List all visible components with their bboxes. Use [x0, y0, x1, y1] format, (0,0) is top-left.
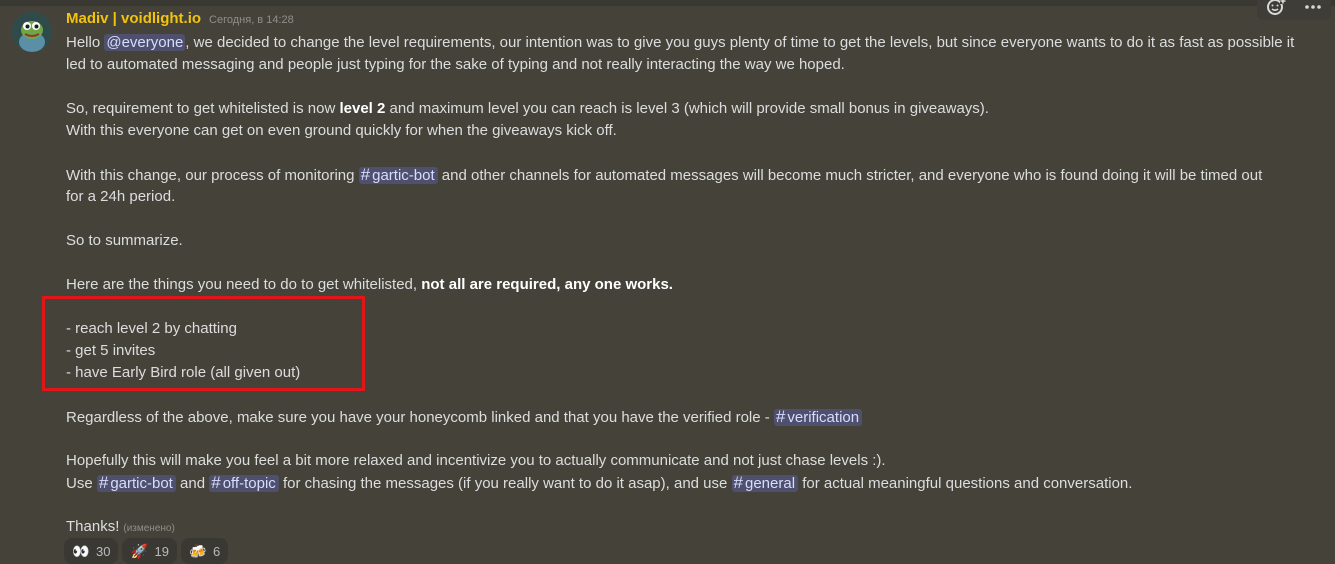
channel-link-off-topic[interactable]: # off-topic — [209, 473, 279, 492]
text-segment: So, requirement to get whitelisted is no… — [66, 100, 340, 117]
message-line: Here are the things you need to do to ge… — [66, 274, 1306, 296]
text-segment: With this change, our process of monitor… — [66, 167, 359, 184]
channel-name: verification — [787, 409, 860, 426]
channel-link-general[interactable]: # general — [731, 473, 799, 492]
text-segment: Use — [66, 475, 97, 492]
list-item: - have Early Bird role (all given out) — [66, 364, 301, 381]
message-line: With this change, our process of monitor… — [66, 164, 1306, 186]
text-segment: Thanks! — [66, 518, 120, 535]
text-segment: , we decided to change the level require… — [185, 34, 1295, 51]
reaction-count: 6 — [212, 543, 221, 559]
channel-hash-icon: # — [211, 473, 221, 492]
text-segment: Regardless of the above, make sure you h… — [66, 409, 774, 426]
text-segment: Here are the things you need to do to ge… — [66, 276, 422, 293]
message-toolbar — [1257, 0, 1331, 20]
rocket-emoji-icon: 🚀 — [130, 542, 149, 559]
list-item: - reach level 2 by chatting — [66, 320, 237, 337]
text-segment: for chasing the messages (if you really … — [278, 475, 732, 492]
bold-text: not all are required, any one works. — [421, 276, 673, 293]
eyes-emoji-icon: 👀 — [72, 542, 90, 559]
channel-hash-icon: # — [775, 407, 786, 426]
message-line: Use # gartic-bot and # off-topic for chasi… — [66, 472, 1306, 494]
channel-name: off-topic — [222, 475, 276, 492]
more-options-button[interactable] — [1299, 0, 1327, 19]
frog-avatar-icon — [12, 12, 52, 52]
reaction-count: 19 — [154, 543, 169, 559]
channel-name: gartic-bot — [110, 475, 173, 492]
reaction-beer[interactable]: 🍻 6 — [180, 538, 229, 564]
message-content: Hello @everyone, we decided to change th… — [66, 32, 1306, 538]
everyone-mention[interactable]: @everyone — [104, 34, 186, 51]
text-segment: and other channels for automated message… — [437, 167, 1263, 184]
top-edge — [0, 0, 1335, 6]
reaction-rocket[interactable]: 🚀 19 — [122, 538, 177, 564]
message-line: With this everyone can get on even groun… — [66, 122, 617, 139]
add-reaction-button[interactable] — [1262, 0, 1290, 19]
reactions-bar: 👀 30 🚀 19 🍻 6 — [64, 538, 229, 564]
author-avatar[interactable] — [12, 12, 52, 52]
channel-link-gartic-bot[interactable]: # gartic-bot — [358, 165, 438, 184]
text-segment: Hello — [66, 34, 105, 51]
channel-name: general — [745, 475, 796, 492]
beer-emoji-icon: 🍻 — [189, 542, 207, 559]
add-reaction-icon — [1266, 0, 1286, 15]
message-line: for a 24h period. — [66, 188, 176, 205]
channel-hash-icon: # — [360, 165, 371, 184]
message-line: led to automated messaging and people ju… — [66, 56, 845, 73]
reaction-count: 30 — [96, 543, 111, 559]
text-segment: and maximum level you can reach is level… — [385, 100, 989, 117]
message-line: Regardless of the above, make sure you h… — [66, 406, 1306, 428]
message-line: So to summarize. — [66, 232, 183, 249]
reaction-eyes[interactable]: 👀 30 — [64, 538, 119, 564]
text-segment: and — [175, 475, 210, 492]
channel-link-gartic-bot[interactable]: # gartic-bot — [96, 473, 176, 492]
author-name[interactable]: Madiv | voidlight.io — [66, 10, 201, 27]
more-options-icon — [1304, 5, 1321, 9]
message-timestamp: Сегодня, в 14:28 — [209, 14, 294, 26]
message-line: So, requirement to get whitelisted is no… — [66, 98, 1306, 120]
message-header: Madiv | voidlight.io Сегодня, в 14:28 — [66, 10, 294, 30]
list-item: - get 5 invites — [66, 342, 156, 359]
bold-text: level 2 — [339, 100, 386, 117]
message-line: Hopefully this will make you feel a bit … — [66, 452, 886, 469]
channel-name: gartic-bot — [372, 167, 435, 184]
edited-label: (изменено) — [123, 523, 175, 534]
channel-hash-icon: # — [733, 473, 743, 492]
text-segment: for actual meaningful questions and conv… — [798, 475, 1133, 492]
message-line: Thanks! (изменено) — [66, 516, 1306, 538]
message-line: Hello @everyone, we decided to change th… — [66, 32, 1306, 54]
channel-hash-icon: # — [98, 473, 109, 492]
channel-link-verification[interactable]: # verification — [773, 407, 863, 426]
